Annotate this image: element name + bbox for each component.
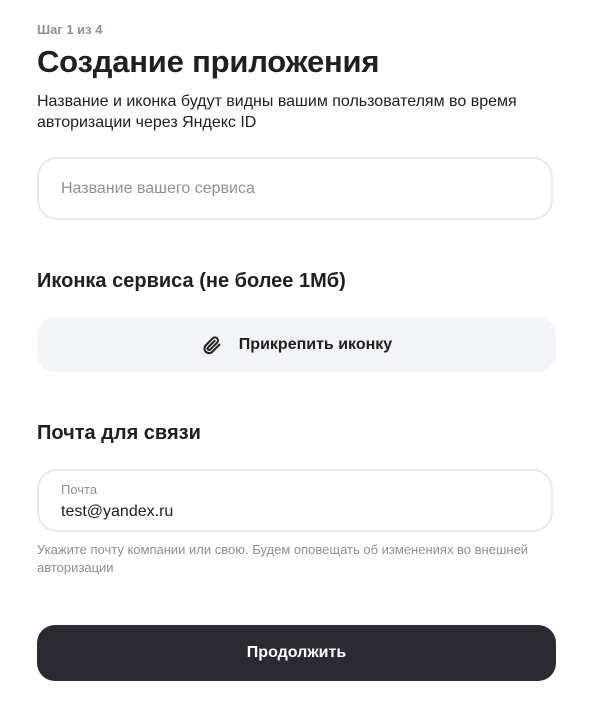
icon-section-title: Иконка сервиса (не более 1Мб) [37, 270, 346, 292]
service-name-field[interactable] [37, 157, 553, 220]
email-field[interactable]: Почта [37, 469, 553, 532]
email-field-label: Почта [61, 482, 98, 497]
attach-icon-button[interactable]: Прикрепить иконку [37, 317, 556, 372]
step-indicator: Шаг 1 из 4 [37, 22, 103, 37]
email-input[interactable] [61, 501, 531, 523]
page-subtitle: Название и иконка будут видны вашим поль… [37, 93, 517, 131]
email-section-title: Почта для связи [37, 422, 201, 444]
page-title: Создание приложения [37, 44, 380, 79]
paperclip-icon [201, 334, 223, 356]
continue-button[interactable]: Продолжить [37, 625, 556, 681]
email-hint: Укажите почту компании или свою. Будем о… [37, 542, 529, 575]
service-name-input[interactable] [61, 159, 531, 218]
attach-icon-label: Прикрепить иконку [238, 335, 393, 353]
